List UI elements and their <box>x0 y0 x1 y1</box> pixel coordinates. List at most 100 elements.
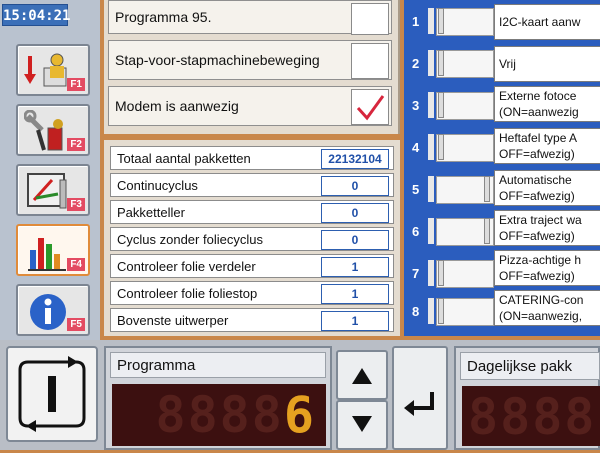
option-label: Stap-voor-stapmachinebeweging <box>115 52 320 68</box>
switch-knob[interactable] <box>438 260 444 286</box>
f5-label: F5 <box>67 318 85 331</box>
dip-switch-3[interactable]: 3 <box>410 88 494 122</box>
switch-desc-line1: CATERING-con <box>499 293 584 307</box>
enter-button[interactable] <box>392 346 448 450</box>
counter-value[interactable]: 22132104 <box>321 149 389 169</box>
program-display: 88886 <box>112 384 326 446</box>
counter-label: Cyclus zonder foliecyclus <box>117 232 263 247</box>
counter-label: Controleer folie verdeler <box>117 259 256 274</box>
dip-switch-4[interactable]: 4 <box>410 130 494 164</box>
option-step-movement[interactable]: Stap-voor-stapmachinebeweging <box>108 40 392 80</box>
switch-desc-line2: OFF=afwezig) <box>499 269 575 283</box>
f1-operator-button[interactable]: F1 <box>16 44 90 96</box>
switch-description: Vrij <box>494 46 600 82</box>
option-programma-95[interactable]: Programma 95. <box>108 0 392 35</box>
switch-body <box>436 8 494 36</box>
switch-number: 3 <box>412 98 420 113</box>
counter-value[interactable]: 1 <box>321 311 389 331</box>
counter-row: Pakketteller 0 <box>110 200 394 224</box>
switch-desc-line1: Externe fotoce <box>499 89 577 103</box>
switch-desc-line1: Vrij <box>499 57 516 71</box>
switch-track <box>428 218 434 244</box>
switch-knob[interactable] <box>484 218 490 244</box>
f3-label: F3 <box>67 198 85 211</box>
switch-knob[interactable] <box>438 92 444 118</box>
program-dim-digits: 8888 <box>155 386 284 444</box>
switch-number: 2 <box>412 56 420 71</box>
dip-switch-5[interactable]: 5 <box>410 172 494 206</box>
switch-desc-line1: Heftafel type A <box>499 131 578 145</box>
switch-number: 6 <box>412 224 420 239</box>
switch-body <box>436 50 494 78</box>
switch-desc-line2: OFF=afwezig) <box>499 189 575 203</box>
daily-display: 8888 <box>462 386 600 446</box>
switch-description: I2C-kaart aanw <box>494 4 600 40</box>
info-icon <box>30 294 66 330</box>
switch-description: CATERING-con (ON=aanwezig, <box>494 290 600 326</box>
counter-label: Pakketteller <box>117 205 185 220</box>
dip-switch-6[interactable]: 6 <box>410 214 494 248</box>
f1-label: F1 <box>67 78 85 91</box>
f5-info-button[interactable]: F5 <box>16 284 90 336</box>
switch-desc-line2: OFF=afwezig) <box>499 229 575 243</box>
arrow-up-icon <box>352 368 372 384</box>
counter-value[interactable]: 1 <box>321 284 389 304</box>
switch-number: 7 <box>412 266 420 281</box>
dip-switch-2[interactable]: 2 <box>410 46 494 80</box>
switch-description: Pizza-achtige h OFF=afwezig) <box>494 250 600 286</box>
counter-value[interactable]: 0 <box>321 230 389 250</box>
arrow-down-icon <box>352 416 372 432</box>
switch-body <box>436 92 494 120</box>
program-value: 6 <box>283 386 316 444</box>
f3-settings-button[interactable]: F3 <box>16 164 90 216</box>
option-checkbox[interactable] <box>351 89 389 125</box>
switch-knob[interactable] <box>438 50 444 76</box>
dip-switch-8[interactable]: 8 <box>410 294 494 328</box>
counter-row: Bovenste uitwerper 1 <box>110 308 394 332</box>
switch-knob[interactable] <box>438 134 444 160</box>
f2-maintenance-button[interactable]: F2 <box>16 104 90 156</box>
dip-switch-1[interactable]: 1 <box>410 4 494 38</box>
switch-description: Externe fotoce (ON=aanwezig <box>494 86 600 122</box>
switch-body <box>436 260 494 288</box>
option-checkbox[interactable] <box>351 43 389 79</box>
settings-dial-icon <box>27 173 67 209</box>
program-up-button[interactable] <box>336 350 388 400</box>
switch-track <box>428 260 434 286</box>
dip-switch-7[interactable]: 7 <box>410 256 494 290</box>
program-down-button[interactable] <box>336 400 388 450</box>
switch-number: 8 <box>412 304 420 319</box>
switch-number: 4 <box>412 140 420 155</box>
switch-desc-line1: Pizza-achtige h <box>499 253 582 267</box>
switch-knob[interactable] <box>438 298 444 324</box>
clock-display: 15:04:21 <box>2 4 70 26</box>
f2-label: F2 <box>67 138 85 151</box>
program-label: Programma <box>110 352 326 378</box>
switch-desc-line2: (ON=aanwezig, <box>499 309 583 323</box>
option-label: Modem is aanwezig <box>115 98 239 114</box>
cycle-start-button[interactable] <box>6 346 98 442</box>
f4-statistics-button[interactable]: F4 <box>16 224 90 276</box>
switch-track <box>428 92 434 118</box>
counter-row: Controleer folie foliestop 1 <box>110 281 394 305</box>
switch-desc-line1: Extra traject wa <box>499 213 582 227</box>
switch-body <box>436 134 494 162</box>
maintenance-tools-icon <box>24 110 63 151</box>
switch-track <box>428 298 434 324</box>
switch-description: Heftafel type A OFF=afwezig) <box>494 128 600 164</box>
statistics-chart-icon <box>28 238 66 271</box>
counter-value[interactable]: 1 <box>321 257 389 277</box>
checkmark-icon <box>356 95 385 121</box>
counter-label: Continucyclus <box>117 178 198 193</box>
switch-description: Automatische OFF=afwezig) <box>494 170 600 206</box>
operator-machine-icon <box>24 53 67 87</box>
switch-knob[interactable] <box>438 8 444 34</box>
option-checkbox[interactable] <box>351 3 389 35</box>
counter-label: Totaal aantal pakketten <box>117 151 251 166</box>
switch-knob[interactable] <box>484 176 490 202</box>
counter-row: Cyclus zonder foliecyclus 0 <box>110 227 394 251</box>
option-modem-present[interactable]: Modem is aanwezig <box>108 86 392 126</box>
counter-value[interactable]: 0 <box>321 176 389 196</box>
counter-value[interactable]: 0 <box>321 203 389 223</box>
switch-number: 1 <box>412 14 420 29</box>
